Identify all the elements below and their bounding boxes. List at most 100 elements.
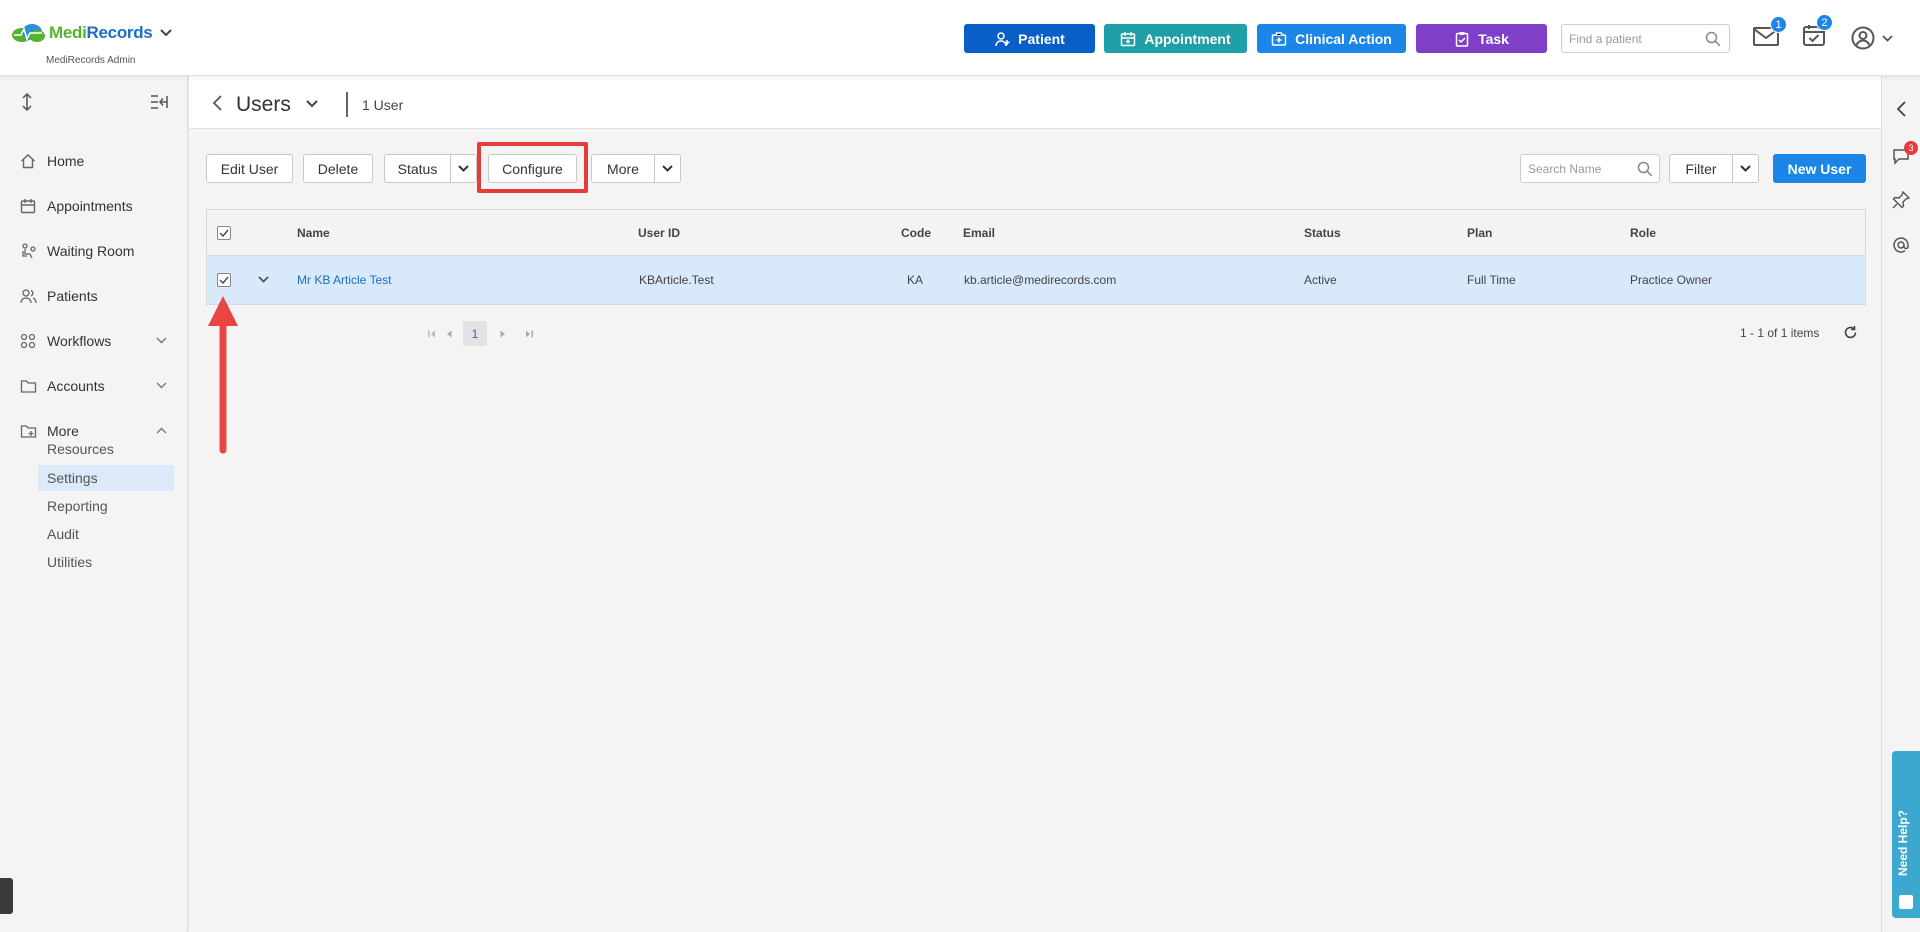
pagination-info: 1 - 1 of 1 items: [1740, 326, 1820, 340]
table-row[interactable]: Mr KB Article Test KBArticle.Test KA kb.…: [207, 256, 1865, 304]
sidebar-item-accounts[interactable]: Accounts: [0, 371, 188, 401]
chevron-down-icon: [156, 337, 167, 344]
need-help-tab[interactable]: Need Help?: [1892, 751, 1920, 918]
previous-page-icon[interactable]: [446, 330, 452, 338]
table-header: Name User ID Code Email Status Plan Role: [207, 210, 1865, 256]
chevron-down-icon: [156, 382, 167, 389]
new-user-button[interactable]: New User: [1773, 154, 1866, 183]
next-page-icon[interactable]: [500, 330, 506, 338]
tasks-count-badge: 2: [1816, 14, 1833, 31]
main-content: Users 1 User Edit User Delete Status Con…: [189, 76, 1881, 932]
messages-count-badge: 1: [1770, 16, 1787, 33]
collapse-sidebar-icon[interactable]: [150, 95, 168, 109]
sidebar-subitem-audit[interactable]: Audit: [38, 521, 174, 547]
column-header-email[interactable]: Email: [963, 226, 995, 240]
add-person-icon: [995, 31, 1010, 46]
column-header-user-id[interactable]: User ID: [638, 226, 680, 240]
chevron-down-icon[interactable]: [160, 29, 173, 37]
sidebar-item-appointments[interactable]: Appointments: [0, 191, 188, 221]
filter-dropdown-button[interactable]: [1732, 154, 1759, 183]
last-page-icon[interactable]: [525, 330, 534, 338]
back-chevron-icon[interactable]: [212, 95, 222, 111]
status-dropdown-button[interactable]: [450, 154, 477, 183]
user-id-cell: KBArticle.Test: [639, 273, 714, 287]
chat-count-badge: 3: [1904, 141, 1918, 155]
need-help-label: Need Help?: [1896, 809, 1910, 876]
folder-icon: [20, 380, 37, 393]
calendar-icon: [20, 199, 36, 214]
filter-button[interactable]: Filter: [1669, 154, 1733, 183]
sidebar-subitem-settings[interactable]: Settings: [38, 465, 174, 491]
sidebar: Home Appointments Waiting Room Patients …: [0, 76, 188, 932]
delete-button[interactable]: Delete: [303, 154, 373, 183]
chevron-down-icon[interactable]: [306, 100, 318, 108]
new-patient-button[interactable]: Patient: [964, 24, 1095, 53]
status-cell: Active: [1304, 273, 1337, 287]
calendar-icon: [1121, 31, 1136, 46]
sidebar-item-patients[interactable]: Patients: [0, 281, 188, 311]
select-all-checkbox[interactable]: [217, 226, 231, 240]
messages-button[interactable]: 1: [1753, 16, 1787, 46]
more-dropdown-button[interactable]: [654, 154, 681, 183]
sidebar-item-waiting-room[interactable]: Waiting Room: [0, 236, 188, 266]
folder-plus-icon: [20, 425, 37, 438]
sidebar-subitem-reporting[interactable]: Reporting: [38, 493, 174, 519]
expand-row-chevron-icon[interactable]: [258, 276, 269, 283]
users-table: Name User ID Code Email Status Plan Role…: [206, 209, 1866, 305]
clinical-action-button[interactable]: Clinical Action: [1257, 24, 1406, 53]
checkmark-icon: [219, 276, 229, 285]
search-icon[interactable]: [1705, 31, 1721, 47]
first-page-icon[interactable]: [427, 330, 436, 338]
page-number-current[interactable]: 1: [463, 321, 487, 346]
chevron-left-icon[interactable]: [1896, 101, 1906, 117]
mention-icon[interactable]: [1892, 236, 1910, 254]
configure-button[interactable]: Configure: [488, 154, 577, 183]
column-header-code[interactable]: Code: [901, 226, 931, 240]
side-drawer-tab[interactable]: [0, 878, 13, 914]
page-header: Users 1 User: [189, 76, 1881, 129]
help-chat-icon: [1899, 895, 1913, 909]
column-header-plan[interactable]: Plan: [1467, 226, 1492, 240]
top-bar: MediRecords MediRecords Admin Patient Ap…: [0, 0, 1920, 76]
new-task-button[interactable]: Task: [1416, 24, 1547, 53]
search-icon[interactable]: [1637, 161, 1653, 177]
people-icon: [20, 289, 37, 304]
more-button[interactable]: More: [591, 154, 655, 183]
edit-user-button[interactable]: Edit User: [206, 154, 293, 183]
brand-name: MediRecords: [49, 23, 153, 42]
column-header-name[interactable]: Name: [297, 226, 330, 240]
chevron-down-icon: [1882, 34, 1893, 42]
sidebar-subitem-resources[interactable]: Resources: [38, 436, 174, 462]
email-cell: kb.article@medirecords.com: [964, 273, 1117, 287]
divider: [346, 92, 348, 117]
find-patient-search[interactable]: [1561, 24, 1730, 53]
pin-icon[interactable]: [1892, 191, 1910, 209]
chevron-down-icon: [1740, 165, 1751, 172]
clipboard-icon: [1455, 31, 1469, 47]
user-menu[interactable]: [1851, 26, 1893, 50]
chat-button[interactable]: 3: [1892, 141, 1918, 165]
sidebar-item-workflows[interactable]: Workflows: [0, 326, 188, 356]
column-header-role[interactable]: Role: [1630, 226, 1656, 240]
row-checkbox[interactable]: [217, 273, 231, 287]
page-title: Users: [236, 93, 291, 116]
brand-logo[interactable]: MediRecords: [10, 22, 173, 44]
column-header-status[interactable]: Status: [1304, 226, 1341, 240]
vertical-resize-icon[interactable]: [21, 93, 33, 111]
tasks-button[interactable]: 2: [1803, 14, 1833, 46]
waiting-room-icon: [22, 243, 36, 259]
find-patient-input[interactable]: [1569, 31, 1699, 46]
status-button[interactable]: Status: [384, 154, 451, 183]
search-name-input[interactable]: [1528, 161, 1633, 176]
sidebar-subitem-utilities[interactable]: Utilities: [38, 549, 174, 575]
annotation-arrow: [208, 296, 238, 454]
sidebar-item-home[interactable]: Home: [0, 146, 188, 176]
chevron-down-icon: [662, 165, 673, 172]
search-name-box[interactable]: [1520, 154, 1660, 183]
user-avatar-icon: [1851, 26, 1875, 50]
plan-cell: Full Time: [1467, 273, 1516, 287]
user-name-link[interactable]: Mr KB Article Test: [297, 273, 391, 287]
workflow-icon: [20, 333, 36, 349]
new-appointment-button[interactable]: Appointment: [1104, 24, 1247, 53]
refresh-icon[interactable]: [1843, 325, 1858, 340]
